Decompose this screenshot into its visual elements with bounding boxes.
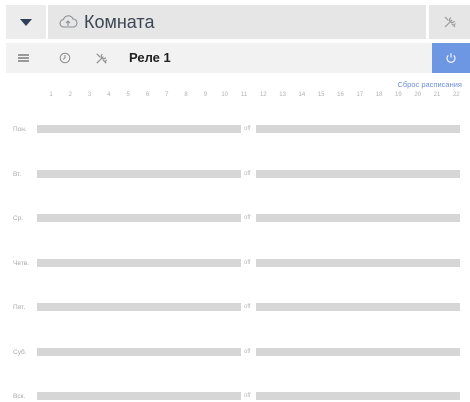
hour-label: 15 [317,92,325,98]
day-label: Суб. [13,348,27,356]
schedule-bar-pm[interactable] [256,214,460,222]
hour-scale: 1234567891011121314151617181920212223 [0,92,470,102]
state-label: off [244,126,251,132]
schedule-tab[interactable] [54,43,76,73]
schedule-bar-am[interactable] [37,303,241,311]
schedule-bar-am[interactable] [37,258,241,267]
schedule-bar-am[interactable] [37,169,241,178]
hour-label: 22 [452,92,460,98]
hour-label: 9 [203,92,208,98]
hour-label: 8 [184,92,188,98]
hour-label: 10 [221,92,229,98]
hour-label: 17 [356,92,364,98]
day-label: Ср. [13,215,24,222]
hour-label: 1 [49,92,53,98]
state-label: off [244,393,251,399]
tools-icon [444,16,456,28]
hour-label: 21 [433,92,441,98]
schedule-bar-am[interactable] [37,125,241,133]
day-row: Вск. off [0,392,470,402]
dropdown-button[interactable] [6,5,46,39]
day-row: Суб. off [0,347,470,358]
day-label: Вт. [13,170,22,178]
schedule-bar-pm[interactable] [256,347,460,356]
hour-label: 12 [259,92,267,98]
tools-icon [95,52,107,64]
schedule-bar-am[interactable] [37,392,241,400]
state-label: off [244,304,251,310]
hour-label: 18 [375,92,383,98]
schedule-bar-pm[interactable] [256,169,460,178]
clock-icon [59,52,71,64]
hour-label: 5 [126,92,130,98]
relay-name: Реле 1 [129,50,171,65]
cloud-upload-icon [59,15,78,28]
hour-label: 3 [87,92,92,98]
schedule-bar-am[interactable] [37,347,241,356]
schedule-bar-am[interactable] [37,214,241,222]
day-row: Пон. off [0,125,470,135]
menu-button[interactable] [6,43,40,73]
reset-schedule-link[interactable]: Сброс расписания [397,80,462,89]
day-label: Пон. [13,126,27,133]
hour-label: 11 [240,92,248,98]
state-label: off [244,259,251,266]
state-label: off [244,348,251,355]
schedule-bar-pm[interactable] [256,125,460,133]
schedule-bar-pm[interactable] [256,258,460,267]
day-row: Пят. off [0,303,470,313]
schedule-bar-pm[interactable] [256,392,460,400]
day-row: Ср. off [0,214,470,224]
state-label: off [244,170,251,177]
day-label: Пят. [13,304,26,311]
hour-label: 7 [165,92,169,98]
schedule-bar-pm[interactable] [256,303,460,311]
hour-label: 14 [298,92,306,98]
day-label: Вск. [13,393,26,400]
header: Комната [6,5,470,39]
title-bar: Комната [48,5,426,39]
hour-label: 19 [395,92,402,98]
day-label: Четв. [13,259,29,267]
hour-label: 13 [279,92,286,98]
hour-label: 6 [145,92,150,98]
hour-label: 2 [68,92,72,98]
hamburger-icon [17,54,29,62]
relay-toolbar: Реле 1 [6,43,470,73]
state-label: off [244,215,251,221]
power-icon [446,53,456,63]
day-row: Вт. off [0,169,470,180]
hour-label: 4 [107,92,111,98]
hour-label: 16 [337,92,344,98]
triangle-down-icon [20,18,32,26]
hour-label: 20 [414,92,422,98]
power-button[interactable] [432,43,470,73]
header-tools-button[interactable] [429,5,470,39]
room-title: Комната [84,11,155,32]
day-row: Четв. off [0,258,470,269]
settings-tab[interactable] [90,43,112,73]
